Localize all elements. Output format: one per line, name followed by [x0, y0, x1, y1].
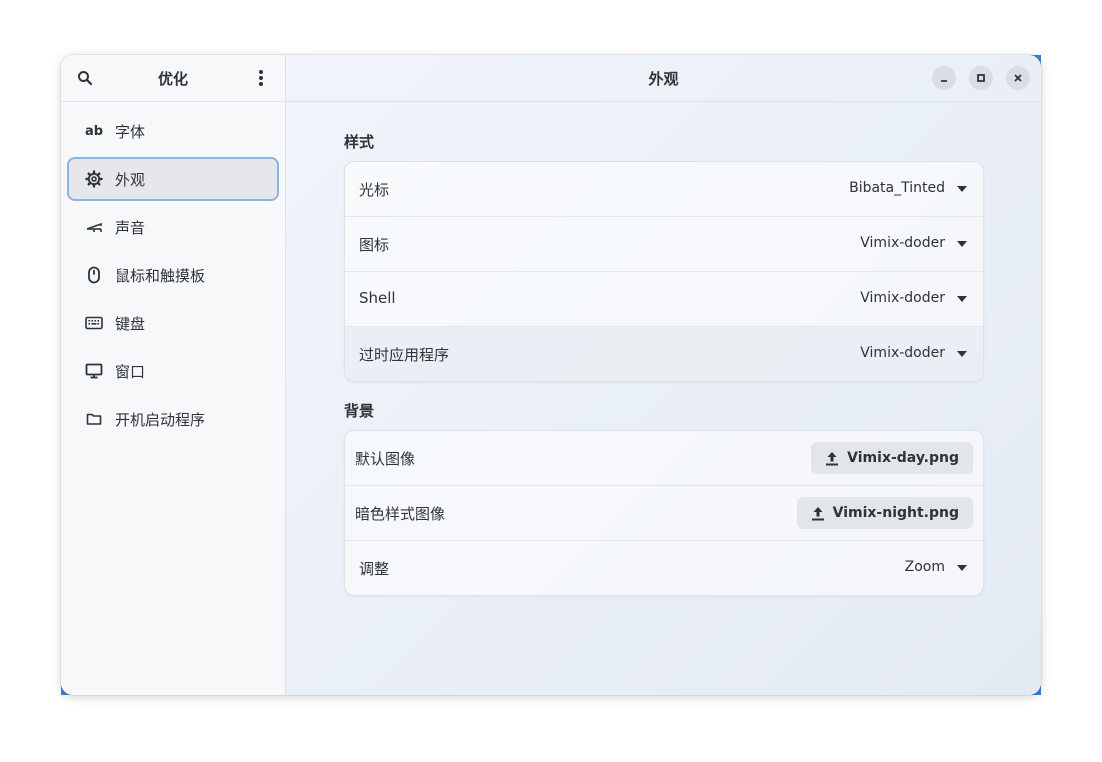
sidebar: 优化 ab 字体 外观 声音 鼠标和触摸板 键盘 窗口 开机启动程序 — [61, 55, 286, 695]
section-heading-styles: 样式 — [344, 133, 375, 151]
section-heading-background: 背景 — [344, 402, 375, 420]
default-image-file-button[interactable]: Vimix-day.png — [811, 442, 973, 474]
keyboard-icon — [85, 314, 103, 332]
gear-icon — [85, 170, 103, 188]
monitor-icon — [85, 362, 103, 380]
dropdown-arrow-icon — [957, 296, 967, 302]
dropdown-value: Vimix-doder — [860, 235, 945, 251]
upload-icon — [811, 507, 824, 521]
dropdown-value: Vimix-doder — [860, 345, 945, 361]
dropdown-value: Zoom — [904, 559, 945, 575]
minimize-button[interactable] — [932, 66, 956, 90]
close-button[interactable] — [1006, 66, 1030, 90]
dropdown-arrow-icon — [957, 351, 967, 357]
dropdown-value: Bibata_Tinted — [849, 180, 945, 196]
sidebar-item-label: 开机启动程序 — [115, 410, 206, 429]
sound-icon — [85, 218, 103, 236]
sidebar-item-mouse-touchpad[interactable]: 鼠标和触摸板 — [67, 253, 279, 297]
row-label: 调整 — [359, 560, 390, 578]
dropdown-arrow-icon — [957, 241, 967, 247]
row-label: 图标 — [359, 236, 390, 254]
row-label: 默认图像 — [355, 450, 416, 468]
cursor-row[interactable]: 光标 Bibata_Tinted — [345, 162, 983, 217]
file-button-label: Vimix-night.png — [832, 505, 959, 521]
row-label: Shell — [359, 289, 396, 307]
main-menu-button[interactable] — [251, 68, 271, 88]
kebab-menu-icon — [259, 70, 263, 86]
sidebar-item-fonts[interactable]: ab 字体 — [67, 109, 279, 153]
main-header: 外观 — [286, 55, 1041, 102]
shell-row[interactable]: Shell Vimix-doder — [345, 272, 983, 327]
dropdown-value: Vimix-doder — [860, 290, 945, 306]
icons-row[interactable]: 图标 Vimix-doder — [345, 217, 983, 272]
default-image-row: 默认图像 Vimix-day.png — [345, 431, 983, 486]
sidebar-item-sound[interactable]: 声音 — [67, 205, 279, 249]
maximize-icon — [977, 74, 985, 82]
row-label: 光标 — [359, 181, 390, 199]
row-label: 暗色样式图像 — [355, 505, 446, 523]
sidebar-header: 优化 — [61, 55, 285, 102]
sidebar-item-keyboard[interactable]: 键盘 — [67, 301, 279, 345]
close-icon — [1014, 74, 1022, 82]
sidebar-item-label: 窗口 — [115, 362, 146, 381]
sidebar-item-label: 外观 — [115, 170, 146, 189]
maximize-button[interactable] — [969, 66, 993, 90]
upload-icon — [826, 452, 839, 466]
dark-style-image-row: 暗色样式图像 Vimix-night.png — [345, 486, 983, 541]
dropdown-arrow-icon — [957, 186, 967, 192]
sidebar-item-label: 键盘 — [115, 314, 146, 333]
file-button-label: Vimix-day.png — [847, 450, 959, 466]
sidebar-item-label: 声音 — [115, 218, 146, 237]
page-title: 外观 — [648, 70, 679, 88]
font-icon: ab — [84, 123, 104, 139]
minimize-icon — [941, 80, 947, 82]
sidebar-item-appearance[interactable]: 外观 — [67, 157, 279, 201]
folder-icon — [85, 410, 103, 428]
row-label: 过时应用程序 — [359, 346, 450, 364]
mouse-icon — [85, 266, 103, 284]
dark-style-image-file-button[interactable]: Vimix-night.png — [796, 497, 973, 529]
sidebar-item-windows[interactable]: 窗口 — [67, 349, 279, 393]
sidebar-nav: ab 字体 外观 声音 鼠标和触摸板 键盘 窗口 开机启动程序 — [67, 109, 279, 445]
legacy-applications-row[interactable]: 过时应用程序 Vimix-doder — [345, 327, 983, 381]
background-card: 默认图像 Vimix-day.png 暗色样式图像 Vimix-night.pn… — [344, 430, 984, 596]
dropdown-arrow-icon — [957, 565, 967, 571]
tweaks-window: 优化 ab 字体 外观 声音 鼠标和触摸板 键盘 窗口 开机启动程序 外观 样式… — [61, 55, 1041, 695]
sidebar-item-startup-applications[interactable]: 开机启动程序 — [67, 397, 279, 441]
adjustment-row[interactable]: 调整 Zoom — [345, 541, 983, 595]
sidebar-item-label: 鼠标和触摸板 — [115, 266, 206, 285]
sidebar-item-label: 字体 — [115, 122, 146, 141]
styles-card: 光标 Bibata_Tinted 图标 Vimix-doder Shell Vi… — [344, 161, 984, 382]
